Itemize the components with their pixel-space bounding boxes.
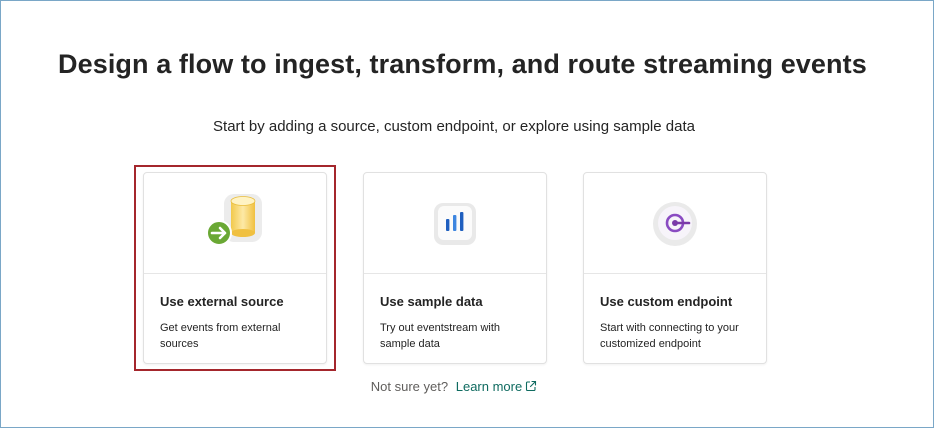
card-title: Use sample data [380, 294, 483, 309]
endpoint-icon [653, 202, 697, 246]
card-title: Use custom endpoint [600, 294, 733, 309]
external-link-icon [525, 380, 537, 395]
bar-chart-icon [434, 203, 476, 245]
card-description: Try out eventstream with sample data [380, 322, 501, 350]
card-description: Get events from external sources [160, 322, 281, 350]
page-subtitle: Start by adding a source, custom endpoin… [213, 118, 695, 135]
learn-more-link[interactable]: Learn more [456, 379, 537, 394]
onboarding-panel: Design a flow to ingest, transform, and … [0, 0, 934, 428]
use-external-source-card[interactable]: Use external source Get events from exte… [143, 172, 327, 364]
database-arrow-icon [206, 194, 262, 246]
help-footer: Not sure yet? Learn more [1, 379, 907, 395]
card-illustration [144, 173, 326, 274]
not-sure-text: Not sure yet? [370, 379, 449, 394]
use-custom-endpoint-card[interactable]: Use custom endpoint Start with connectin… [583, 172, 767, 364]
use-sample-data-card[interactable]: Use sample data Try out eventstream with… [363, 172, 547, 364]
learn-more-label: Learn more [455, 379, 523, 394]
card-illustration [584, 173, 766, 274]
card-description: Start with connecting to your customized… [600, 322, 739, 350]
card-illustration [364, 173, 546, 274]
page-title: Design a flow to ingest, transform, and … [58, 49, 867, 79]
card-title: Use external source [160, 294, 284, 309]
